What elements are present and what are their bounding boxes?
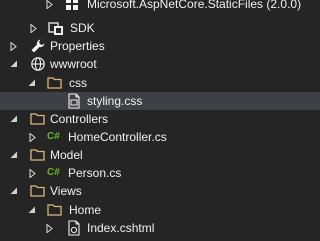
tree-item-properties[interactable]: Properties	[0, 37, 320, 55]
tree-item-controllers-folder[interactable]: Controllers	[0, 110, 320, 128]
tree-item-sdk[interactable]: SDK	[0, 19, 320, 37]
csharp-file-icon: C#	[47, 131, 60, 142]
expand-arrow-icon[interactable]	[28, 164, 38, 182]
expand-arrow-icon[interactable]	[29, 19, 39, 37]
collapse-arrow-icon[interactable]	[9, 55, 19, 73]
wrench-icon	[30, 38, 46, 54]
tree-item-label: wwwroot	[50, 57, 97, 71]
collapse-arrow-icon[interactable]	[9, 182, 19, 200]
collapse-arrow-icon[interactable]	[9, 146, 19, 164]
expand-arrow-icon[interactable]	[45, 219, 55, 237]
tree-item-label: Properties	[50, 39, 105, 53]
tree-item-label: Person.cs	[68, 166, 122, 180]
tree-item-label: Model	[50, 148, 83, 162]
expand-arrow-icon[interactable]	[45, 0, 55, 13]
collapse-arrow-icon[interactable]	[9, 110, 19, 128]
cshtml-file-icon	[66, 220, 82, 236]
folder-open-icon	[47, 202, 63, 218]
solution-explorer-tree: Microsoft.AspNetCore.StaticFiles (2.0.0)…	[0, 0, 320, 241]
tree-item-homecontroller-cs[interactable]: C# HomeController.cs	[0, 128, 320, 146]
tree-item-wwwroot[interactable]: wwwroot	[0, 55, 320, 73]
tree-item-staticfiles-package[interactable]: Microsoft.AspNetCore.StaticFiles (2.0.0)	[0, 0, 320, 13]
tree-item-label: css	[69, 76, 87, 90]
sdk-icon	[48, 20, 64, 36]
tree-item-label: Index.cshtml	[87, 221, 155, 235]
tree-item-css-folder[interactable]: css	[0, 74, 320, 92]
tree-item-label: SDK	[70, 21, 95, 35]
globe-icon	[30, 56, 46, 72]
css-file-icon	[66, 93, 82, 109]
tree-item-index-cshtml[interactable]: Index.cshtml	[0, 219, 320, 237]
csharp-file-icon: C#	[47, 167, 60, 178]
tree-item-label: Controllers	[50, 112, 109, 126]
collapse-arrow-icon[interactable]	[27, 201, 37, 219]
tree-item-label: HomeController.cs	[68, 130, 167, 144]
folder-open-icon	[30, 147, 46, 163]
tree-item-label: Home	[69, 203, 102, 217]
tree-item-home-folder[interactable]: Home	[0, 201, 320, 219]
package-icon	[64, 0, 80, 12]
tree-item-styling-css[interactable]: styling.css	[0, 92, 320, 110]
expand-arrow-icon[interactable]	[28, 128, 38, 146]
tree-item-label: styling.css	[87, 94, 143, 108]
folder-open-icon	[30, 111, 46, 127]
tree-item-label: Views	[50, 184, 82, 198]
tree-item-model-folder[interactable]: Model	[0, 146, 320, 164]
tree-item-person-cs[interactable]: C# Person.cs	[0, 164, 320, 182]
expand-arrow-icon[interactable]	[9, 37, 19, 55]
folder-open-icon	[47, 75, 63, 91]
tree-item-label: Microsoft.AspNetCore.StaticFiles (2.0.0)	[87, 0, 302, 11]
tree-item-views-folder[interactable]: Views	[0, 182, 320, 200]
collapse-arrow-icon[interactable]	[27, 74, 37, 92]
folder-open-icon	[30, 183, 46, 199]
